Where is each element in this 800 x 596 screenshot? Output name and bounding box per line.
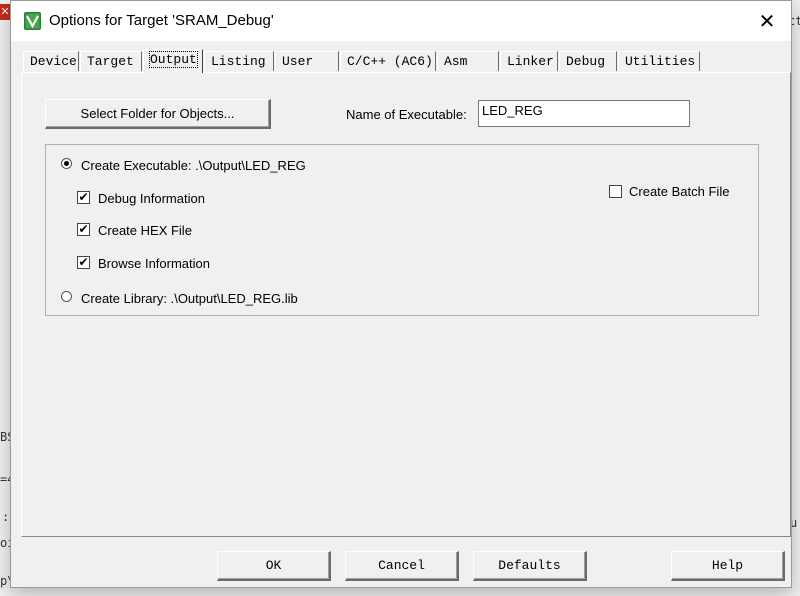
tab-label: Target: [87, 54, 134, 69]
tab-label: C/C++ (AC6): [347, 54, 433, 69]
name-of-executable-field[interactable]: LED_REG: [478, 100, 690, 127]
create-executable-label: Create Executable: .\Output\LED_REG: [81, 158, 306, 173]
ok-label: OK: [265, 558, 282, 573]
select-folder-button[interactable]: Select Folder for Objects...: [45, 99, 271, 129]
tab-user[interactable]: User: [275, 51, 339, 71]
tab-label: Debug: [566, 54, 606, 69]
tab-label: Device: [30, 54, 77, 69]
close-icon: ✕: [758, 9, 776, 33]
tab-label: Output: [149, 51, 198, 68]
tab-debug[interactable]: Debug: [559, 51, 617, 71]
help-label: Help: [711, 558, 744, 573]
check-mark-icon: ✔: [78, 222, 89, 236]
tab-label: Asm: [444, 54, 468, 69]
tab-strip: Device Target Output Listing User C/C++ …: [21, 49, 781, 73]
background-text: :: [2, 510, 10, 524]
close-button[interactable]: ✕: [747, 5, 787, 37]
browse-information-label: Browse Information: [98, 256, 210, 271]
tab-c-cpp[interactable]: C/C++ (AC6): [340, 51, 436, 71]
check-mark-icon: ✔: [78, 255, 89, 269]
tab-output[interactable]: Output: [143, 49, 203, 73]
radio-selected-dot: [64, 161, 69, 166]
background-close-icon: ✕: [0, 4, 10, 20]
help-button[interactable]: Help: [671, 551, 785, 581]
tab-label: User: [282, 54, 314, 69]
tab-utilities[interactable]: Utilities: [618, 51, 700, 71]
create-batch-file-label: Create Batch File: [629, 184, 730, 199]
keil-uvision-icon: [24, 12, 41, 30]
tab-label: Linker: [507, 54, 554, 69]
tab-label: Utilities: [625, 54, 696, 69]
tab-device[interactable]: Device: [23, 51, 79, 71]
tab-listing[interactable]: Listing: [204, 51, 274, 71]
title-bar: Options for Target 'SRAM_Debug' ✕: [11, 1, 791, 41]
select-folder-label: Select Folder for Objects...: [80, 106, 235, 121]
tab-asm[interactable]: Asm: [437, 51, 499, 71]
defaults-button[interactable]: Defaults: [473, 551, 587, 581]
debug-information-checkbox[interactable]: ✔: [77, 191, 90, 204]
debug-information-label: Debug Information: [98, 191, 205, 206]
create-batch-file-checkbox[interactable]: [609, 185, 622, 198]
check-mark-icon: ✔: [78, 190, 89, 204]
tab-label: Listing: [211, 54, 266, 69]
cancel-button[interactable]: Cancel: [345, 551, 459, 581]
create-hex-file-checkbox[interactable]: ✔: [77, 223, 90, 236]
defaults-label: Defaults: [498, 558, 561, 573]
name-of-executable-label: Name of Executable:: [346, 107, 467, 122]
create-library-radio[interactable]: [61, 291, 72, 302]
create-hex-file-label: Create HEX File: [98, 223, 192, 238]
cancel-label: Cancel: [378, 558, 425, 573]
window-title: Options for Target 'SRAM_Debug': [49, 12, 274, 29]
tab-linker[interactable]: Linker: [500, 51, 558, 71]
options-dialog: Options for Target 'SRAM_Debug' ✕ Device…: [10, 0, 792, 588]
ok-button[interactable]: OK: [217, 551, 331, 581]
create-library-label: Create Library: .\Output\LED_REG.lib: [81, 291, 298, 306]
tab-target[interactable]: Target: [80, 51, 142, 71]
create-executable-radio[interactable]: [61, 158, 72, 169]
browse-information-checkbox[interactable]: ✔: [77, 256, 90, 269]
